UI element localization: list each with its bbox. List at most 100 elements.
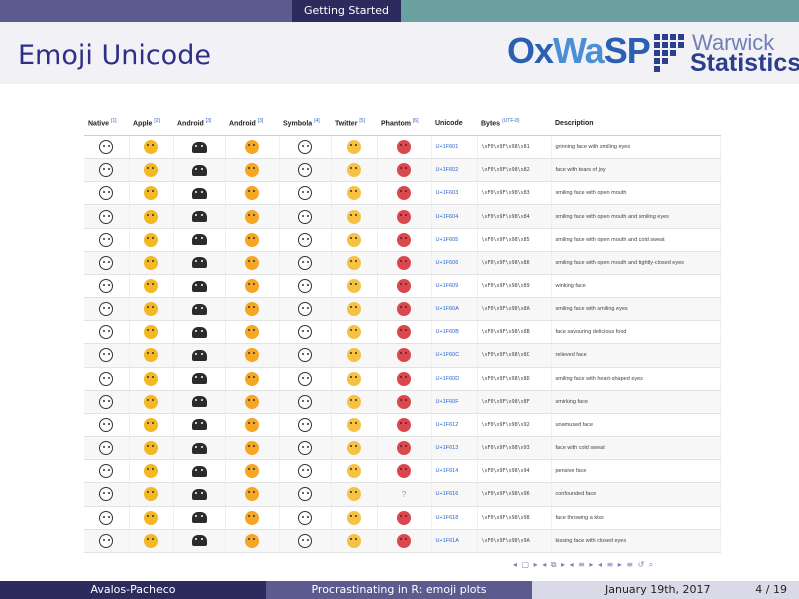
column-header-label: Symbola xyxy=(283,120,313,128)
android-robot-emoji-icon xyxy=(191,512,207,524)
table-row: ? U+1F616 \xF0\x9F\x98\x96 confounded face xyxy=(84,482,721,507)
unicode-code[interactable]: U+1F618 xyxy=(431,506,478,530)
unicode-code[interactable]: U+1F601 xyxy=(431,135,478,160)
unicode-code[interactable]: U+1F60F xyxy=(431,390,478,414)
android-robot-emoji-icon xyxy=(191,442,207,454)
unicode-code[interactable]: U+1F60D xyxy=(431,367,478,391)
emoji-cell xyxy=(225,506,280,530)
unicode-code[interactable]: U+1F616 xyxy=(431,482,478,507)
android-blob-emoji-icon xyxy=(245,302,259,317)
unicode-code[interactable]: U+1F612 xyxy=(431,413,478,438)
emoji-cell xyxy=(331,158,378,183)
emoji-description: unamused face xyxy=(551,413,721,438)
column-reference[interactable]: (UTF-8) xyxy=(502,118,520,124)
emoji-cell xyxy=(377,135,432,160)
unicode-code[interactable]: U+1F602 xyxy=(431,158,478,183)
phantom-emoji-icon xyxy=(397,302,411,317)
column-reference[interactable]: [1] xyxy=(111,118,117,124)
native-emoji-icon xyxy=(99,255,114,270)
emoji-cell xyxy=(377,436,432,461)
twitter-emoji-icon xyxy=(347,279,361,294)
column-reference[interactable]: [3] xyxy=(206,118,212,124)
emoji-cell xyxy=(225,297,280,322)
emoji-cell xyxy=(84,506,130,530)
column-reference[interactable]: [3] xyxy=(258,118,264,124)
unicode-code[interactable]: U+1F604 xyxy=(431,204,478,229)
android-robot-emoji-icon xyxy=(191,257,207,269)
unicode-code[interactable]: U+1F60A xyxy=(431,297,478,322)
unicode-code[interactable]: U+1F603 xyxy=(431,181,478,206)
column-header: Apple [2] xyxy=(129,111,173,136)
android-blob-emoji-icon xyxy=(245,209,259,224)
table-row: U+1F601 \xF0\x9F\x98\x81 grinning face wit… xyxy=(84,135,721,160)
symbola-emoji-icon xyxy=(298,371,312,386)
apple-emoji-icon xyxy=(144,232,158,247)
emoji-cell xyxy=(225,274,280,299)
emoji-cell xyxy=(225,228,280,252)
column-header-label: Phantom xyxy=(381,120,411,128)
emoji-cell xyxy=(279,390,332,414)
emoji-cell xyxy=(173,343,226,368)
unicode-code[interactable]: U+1F61A xyxy=(431,529,478,554)
android-blob-emoji-icon xyxy=(245,255,259,270)
emoji-cell xyxy=(279,251,332,275)
phantom-emoji-icon xyxy=(397,348,411,363)
emoji-cell xyxy=(331,436,378,461)
unicode-code[interactable]: U+1F60B xyxy=(431,320,478,345)
symbola-emoji-icon xyxy=(298,255,312,270)
phantom-emoji-icon xyxy=(397,140,411,155)
emoji-cell xyxy=(173,413,226,438)
emoji-cell xyxy=(331,297,378,322)
emoji-cell xyxy=(331,204,378,229)
utf8-bytes: \xF0\x9F\x98\x9A xyxy=(477,529,552,554)
beamer-navigation-icons[interactable]: ◂ ▢ ▸ ◂ ⧉ ▸ ◂ ≡ ▸ ◂ ≡ ▸ ≡ ↺ ⌕ xyxy=(513,560,654,570)
unicode-code[interactable]: U+1F606 xyxy=(431,251,478,275)
emoji-cell xyxy=(279,204,332,229)
emoji-cell xyxy=(84,482,130,507)
emoji-cell xyxy=(377,158,432,183)
unicode-code[interactable]: U+1F614 xyxy=(431,459,478,484)
column-reference[interactable]: [2] xyxy=(154,118,160,124)
emoji-cell xyxy=(331,506,378,530)
column-header: Android [3] xyxy=(225,111,279,136)
unicode-code[interactable]: U+1F60C xyxy=(431,343,478,368)
emoji-cell xyxy=(377,390,432,414)
utf8-bytes: \xF0\x9F\x98\x84 xyxy=(477,204,552,229)
utf8-bytes: \xF0\x9F\x98\x8F xyxy=(477,390,552,414)
apple-emoji-icon xyxy=(144,533,158,548)
symbola-emoji-icon xyxy=(298,163,312,178)
android-blob-emoji-icon xyxy=(245,464,259,479)
emoji-cell xyxy=(279,297,332,322)
emoji-cell xyxy=(279,320,332,345)
emoji-cell xyxy=(225,181,280,206)
column-reference[interactable]: [4] xyxy=(314,118,320,124)
emoji-cell xyxy=(84,297,130,322)
emoji-cell xyxy=(331,459,378,484)
footer-info: January 19th, 2017 4 / 19 xyxy=(532,581,799,599)
slide-title: Emoji Unicode xyxy=(18,40,211,71)
symbola-emoji-icon xyxy=(298,186,312,201)
android-blob-emoji-icon xyxy=(245,163,259,178)
emoji-cell xyxy=(331,482,378,507)
column-reference[interactable]: [5] xyxy=(359,118,365,124)
emoji-cell xyxy=(279,482,332,507)
twitter-emoji-icon xyxy=(347,209,361,224)
android-blob-emoji-icon xyxy=(245,394,259,409)
emoji-cell xyxy=(225,436,280,461)
unicode-code[interactable]: U+1F613 xyxy=(431,436,478,461)
table-row: U+1F604 \xF0\x9F\x98\x84 smiling face with… xyxy=(84,204,721,229)
emoji-cell xyxy=(173,228,226,252)
page-number: 4 / 19 xyxy=(755,583,787,596)
phantom-emoji-icon xyxy=(397,533,411,548)
android-blob-emoji-icon xyxy=(245,325,259,340)
twitter-emoji-icon xyxy=(347,140,361,155)
column-reference[interactable]: [6] xyxy=(413,118,419,124)
section-title[interactable]: Getting Started xyxy=(292,0,401,22)
unicode-code[interactable]: U+1F605 xyxy=(431,228,478,252)
twitter-emoji-icon xyxy=(347,302,361,317)
emoji-cell xyxy=(129,459,174,484)
column-header: Native [1] xyxy=(84,111,129,136)
android-robot-emoji-icon xyxy=(191,280,207,292)
utf8-bytes: \xF0\x9F\x98\x93 xyxy=(477,436,552,461)
unicode-code[interactable]: U+1F609 xyxy=(431,274,478,299)
